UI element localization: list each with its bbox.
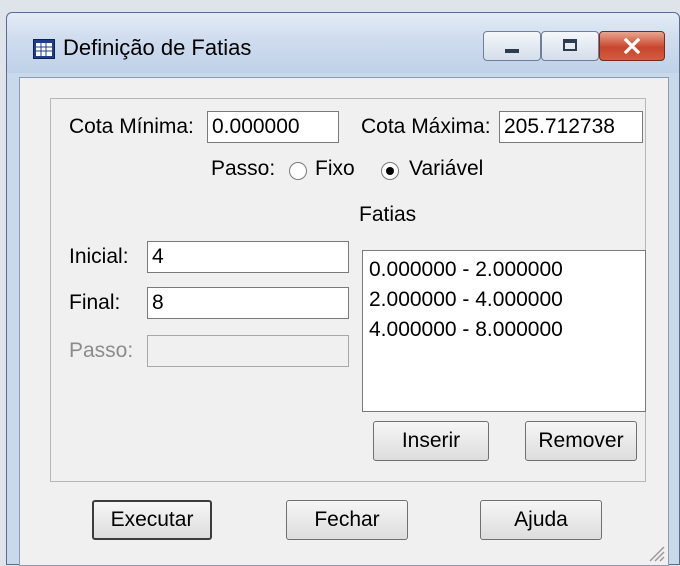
list-item[interactable]: 4.000000 - 8.000000	[369, 315, 645, 345]
inicial-input[interactable]: 4	[147, 241, 349, 273]
list-item[interactable]: 0.000000 - 2.000000	[369, 255, 645, 285]
cota-minima-label: Cota Mínima:	[69, 115, 194, 138]
radio-variavel[interactable]	[381, 162, 399, 180]
passo-input[interactable]	[147, 335, 349, 367]
cota-maxima-label: Cota Máxima:	[361, 115, 491, 138]
maximize-icon	[563, 39, 577, 51]
close-button[interactable]	[599, 31, 665, 61]
final-input[interactable]: 8	[147, 287, 349, 319]
ajuda-button[interactable]: Ajuda	[480, 500, 602, 540]
remover-button[interactable]: Remover	[525, 421, 637, 461]
passo-field-label: Passo:	[69, 339, 134, 362]
final-label: Final:	[69, 291, 121, 314]
radio-fixo-label[interactable]: Fixo	[315, 157, 355, 181]
inicial-label: Inicial:	[69, 245, 129, 268]
title-bar[interactable]: Definição de Fatias	[7, 13, 679, 73]
maximize-button[interactable]	[541, 31, 599, 61]
inserir-button[interactable]: Inserir	[373, 421, 489, 461]
minimize-icon	[505, 49, 519, 53]
dialog-client-area: Cota Mínima: 0.000000 Cota Máxima: 205.7…	[19, 77, 669, 566]
window-title: Definição de Fatias	[63, 35, 252, 60]
close-icon	[623, 37, 641, 55]
app-icon	[33, 39, 55, 59]
fatias-listbox[interactable]: 0.000000 - 2.000000 2.000000 - 4.000000 …	[362, 250, 646, 412]
cota-maxima-input[interactable]: 205.712738	[499, 111, 643, 143]
resize-grip-icon[interactable]	[644, 541, 666, 563]
radio-variavel-label[interactable]: Variável	[409, 157, 483, 181]
passo-label: Passo:	[211, 157, 276, 180]
dialog-window: Definição de Fatias Cota Mínima: 0.00000…	[6, 12, 680, 566]
minimize-button[interactable]	[483, 31, 541, 61]
list-item[interactable]: 2.000000 - 4.000000	[369, 285, 645, 315]
fechar-button[interactable]: Fechar	[286, 500, 408, 540]
cota-minima-input[interactable]: 0.000000	[207, 111, 339, 143]
radio-fixo[interactable]	[289, 162, 307, 180]
executar-button[interactable]: Executar	[92, 500, 212, 540]
fatias-label: Fatias	[359, 203, 417, 226]
